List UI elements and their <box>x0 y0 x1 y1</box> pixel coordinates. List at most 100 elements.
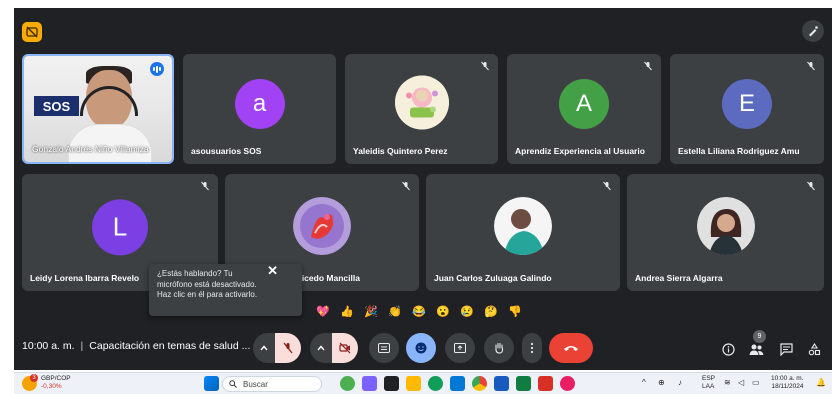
raise-hand-button[interactable] <box>484 333 514 363</box>
edge-icon[interactable] <box>428 376 443 391</box>
people-button[interactable] <box>748 341 764 357</box>
avatar <box>293 196 351 255</box>
copilot-icon[interactable] <box>362 376 377 391</box>
reaction-thumbs-down[interactable]: 👎 <box>506 305 524 318</box>
participant-tile-estella[interactable]: E Estella Liliana Rodriguez Amu <box>670 54 824 164</box>
captions-off-icon <box>26 26 38 38</box>
word-icon[interactable] <box>494 376 509 391</box>
reaction-sad[interactable]: 😢 <box>458 305 476 318</box>
windows-start-icon[interactable] <box>204 376 219 391</box>
snipping-tool-icon[interactable] <box>560 376 575 391</box>
participant-tile-juan[interactable]: Juan Carlos Zuluaga Galindo <box>426 174 620 291</box>
participant-name: Aprendiz Experiencia al Usuario <box>515 146 645 156</box>
effects-button[interactable] <box>802 20 824 42</box>
participant-tile-aprendiz[interactable]: A Aprendiz Experiencia al Usuario <box>507 54 661 164</box>
windows-taskbar: 3 GBP/COP -0,30% Buscar ^ ⊕ ♪ ESP LAA ≋ … <box>14 372 832 394</box>
reaction-laugh[interactable]: 😂 <box>410 305 428 318</box>
reaction-party[interactable]: 🎉 <box>362 305 380 318</box>
chevron-up-icon <box>260 345 268 351</box>
meeting-time: 10:00 a. m. <box>22 340 75 352</box>
reaction-thumbs-up[interactable]: 👍 <box>338 305 356 318</box>
tooltip-text: micrófono está desactivado. <box>157 279 257 289</box>
camera-toggle-button[interactable] <box>332 333 358 363</box>
avatar: L <box>92 198 148 255</box>
ticker-change: -0,30% <box>41 383 62 390</box>
notification-bell-icon[interactable]: 🔔 <box>816 378 826 387</box>
excel-icon[interactable] <box>516 376 531 391</box>
participant-name: Leidy Lorena Ibarra Revelo <box>30 273 140 283</box>
volume-icon[interactable]: ◁ <box>738 378 744 387</box>
participant-tile-yaleidis[interactable]: Yaleidis Quintero Perez <box>345 54 498 164</box>
chat-button[interactable] <box>778 341 794 357</box>
camera-off-icon <box>339 342 351 354</box>
reaction-heart[interactable]: 💖 <box>314 305 332 318</box>
mic-off-icon <box>198 179 212 193</box>
system-clock[interactable]: 10:00 a. m. 18/11/2024 <box>771 375 804 391</box>
captions-button[interactable] <box>369 333 399 363</box>
chevron-up-icon <box>317 345 325 351</box>
smile-icon <box>415 342 427 354</box>
mic-off-icon <box>283 342 293 354</box>
present-icon <box>454 343 466 353</box>
speaking-indicator-icon <box>150 62 164 76</box>
emoji-reactions-button[interactable] <box>406 333 436 363</box>
info-icon <box>721 342 735 356</box>
chat-icon <box>779 342 793 356</box>
camera-options-button[interactable] <box>310 333 332 363</box>
muted-speaking-tooltip: ¿Estás hablando? Tu micrófono está desac… <box>149 264 302 316</box>
language-indicator[interactable]: ESP LAA <box>702 375 715 391</box>
wifi-icon[interactable]: ≋ <box>724 378 731 387</box>
mic-off-icon <box>600 179 614 193</box>
meeting-info: 10:00 a. m. | Capacitación en temas de sal… <box>22 340 251 352</box>
reaction-thinking[interactable]: 🤔 <box>482 305 500 318</box>
mic-off-icon <box>804 179 818 193</box>
bottom-bar: 10:00 a. m. | Capacitación en temas de sal… <box>14 327 832 370</box>
network-app-icon[interactable]: ⊕ <box>658 378 665 387</box>
people-icon <box>749 344 763 355</box>
more-options-button[interactable] <box>522 333 542 363</box>
activities-button[interactable] <box>806 341 822 357</box>
store-icon[interactable] <box>450 376 465 391</box>
meeting-details-button[interactable] <box>720 341 736 357</box>
participant-name: Juan Carlos Zuluaga Galindo <box>434 273 552 283</box>
participant-name: Yaleidis Quintero Perez <box>353 146 448 156</box>
reaction-surprised[interactable]: 😮 <box>434 305 452 318</box>
ticker-widget[interactable]: GBP/COP -0,30% <box>41 375 71 391</box>
taskbar-search[interactable]: Buscar <box>222 376 322 392</box>
avatar <box>494 196 552 255</box>
close-icon[interactable]: ✕ <box>267 264 278 276</box>
file-explorer-icon[interactable] <box>406 376 421 391</box>
mic-tray-icon[interactable]: ♪ <box>678 378 682 387</box>
mic-options-button[interactable] <box>253 333 275 363</box>
avatar: a <box>234 79 285 129</box>
leave-call-button[interactable] <box>549 333 593 363</box>
task-view-icon[interactable] <box>384 376 399 391</box>
show-hidden-icons-icon[interactable]: ^ <box>642 378 646 387</box>
clock-date: 18/11/2024 <box>771 383 804 390</box>
mic-off-icon <box>804 59 818 73</box>
mic-toggle-button[interactable] <box>275 333 301 363</box>
acrobat-icon[interactable] <box>538 376 553 391</box>
widget-badge: 3 <box>30 374 38 382</box>
lang-code: ESP <box>702 375 716 382</box>
mic-off-icon <box>478 59 492 73</box>
meeting-title: Capacitación en temas de salud ... <box>89 340 251 352</box>
present-screen-button[interactable] <box>445 333 475 363</box>
captions-off-button[interactable] <box>22 22 42 42</box>
participant-tile-andrea[interactable]: Andrea Sierra Algarra <box>627 174 824 291</box>
chrome-icon[interactable] <box>472 376 487 391</box>
participant-tile-asousuarios[interactable]: a asousuarios SOS <box>183 54 336 164</box>
mic-off-icon <box>641 59 655 73</box>
clock-time: 10:00 a. m. <box>771 375 804 382</box>
search-icon <box>229 380 237 388</box>
participant-tile-gonzalo[interactable]: SOS Gonzalo Andrés Niño Villamiza <box>22 54 174 164</box>
captions-icon <box>378 343 390 353</box>
mic-control[interactable] <box>253 333 301 363</box>
battery-icon[interactable]: ▭ <box>752 378 760 387</box>
pencil-icon <box>809 26 818 37</box>
camera-control[interactable] <box>310 333 358 363</box>
avatar: A <box>559 79 609 129</box>
widgets-icon[interactable] <box>340 376 355 391</box>
reaction-clap[interactable]: 👏 <box>386 305 404 318</box>
participant-name: asousuarios SOS <box>191 146 262 156</box>
